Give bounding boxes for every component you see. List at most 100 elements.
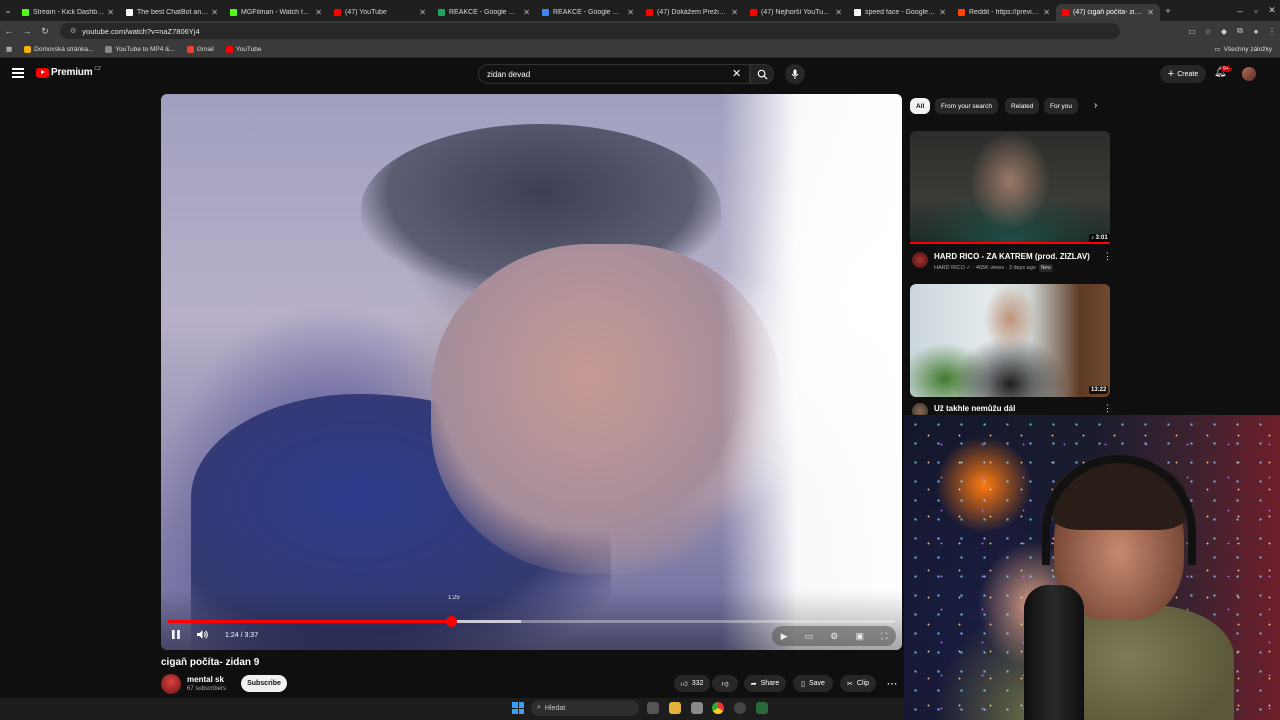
mute-button[interactable] — [196, 629, 209, 643]
extension-icon[interactable]: ◆ — [1216, 27, 1232, 36]
maximize-icon[interactable]: ▫ — [1248, 6, 1264, 16]
tab-close-icon[interactable]: ✕ — [523, 8, 530, 17]
autoplay-toggle-icon[interactable]: ▶︎ — [781, 631, 788, 642]
browser-tab[interactable]: Stream - Kick Dashboard ✕ — [16, 4, 120, 21]
tab-favicon-icon — [854, 9, 861, 16]
forward-icon[interactable]: → — [18, 26, 36, 36]
tab-close-icon[interactable]: ✕ — [939, 8, 946, 17]
file-explorer-icon[interactable] — [669, 702, 681, 714]
browser-tab[interactable]: Reddit - https://preview.r...✕ — [952, 4, 1056, 21]
store-icon[interactable] — [691, 702, 703, 714]
related-title-1[interactable]: HARD RICO - ZA KATREM (prod. ZIZLAV) — [934, 252, 1090, 261]
guide-menu-icon[interactable] — [12, 68, 24, 78]
install-icon[interactable]: ▭ — [1184, 27, 1200, 36]
browser-tab[interactable]: (47) Dokážem PrežiŤ 24 H...✕ — [640, 4, 744, 21]
video-player[interactable] — [161, 94, 902, 650]
tab-close-icon[interactable]: ✕ — [419, 8, 426, 17]
like-button[interactable]: 👍︎ 332 — [674, 675, 710, 692]
more-actions-icon[interactable]: ⋯ — [883, 675, 901, 692]
tab-close-icon[interactable]: ✕ — [315, 8, 322, 17]
chrome-icon[interactable] — [712, 702, 724, 714]
tab-search-icon[interactable]: ⌄ — [0, 5, 16, 16]
chevron-right-icon[interactable]: › — [1094, 100, 1097, 111]
chip-related[interactable]: Related — [1005, 98, 1040, 114]
channel-name[interactable]: mental sk — [187, 675, 224, 684]
taskbar-search-icon: ⌕ — [537, 704, 541, 711]
tab-close-icon[interactable]: ✕ — [211, 8, 218, 17]
theater-mode-icon[interactable]: ▣ — [855, 631, 864, 642]
url-field[interactable]: ⚙ youtube.com/watch?v=naZ7806Yj4 — [60, 23, 1120, 39]
save-button[interactable]: ▯ Save — [793, 675, 833, 692]
extensions-puzzle-icon[interactable]: ⧉ — [1232, 26, 1248, 36]
tab-close-icon[interactable]: ✕ — [1147, 8, 1154, 17]
plus-icon: + — [1167, 68, 1175, 80]
tab-close-icon[interactable]: ✕ — [107, 8, 114, 17]
browser-tab[interactable]: The best ChatBot and Wi...✕ — [120, 4, 224, 21]
related-thumbnail-1[interactable] — [910, 131, 1110, 244]
close-window-icon[interactable]: ✕ — [1264, 5, 1280, 16]
bookmark-favicon-icon — [105, 45, 113, 53]
create-button[interactable]: + Create — [1160, 65, 1206, 83]
related-channel-avatar-1[interactable] — [912, 252, 928, 268]
duration-text: 3:01 — [1095, 235, 1108, 241]
tab-favicon-icon — [958, 9, 965, 16]
all-bookmarks-folder[interactable]: ▭ Všechny záložky — [1214, 45, 1272, 54]
tab-close-icon[interactable]: ✕ — [731, 8, 738, 17]
new-tab-button[interactable]: + — [1160, 6, 1176, 16]
watched-progress-bar — [910, 242, 1110, 244]
settings-app-icon[interactable] — [734, 702, 746, 714]
browser-tab[interactable]: speed face - Google Sear...✕ — [848, 4, 952, 21]
windows-start-icon[interactable] — [512, 702, 524, 714]
reload-icon[interactable]: ↻ — [36, 26, 54, 37]
browser-tab[interactable]: REAKCE - Google Docs ✕ — [536, 4, 640, 21]
search-input[interactable]: zidan devad — [478, 64, 750, 84]
related-title-2[interactable]: Už takhle nemůžu dál — [934, 404, 1015, 413]
terminal-app-icon[interactable] — [756, 702, 768, 714]
browser-tab[interactable]: (47) YouTube ✕ — [328, 4, 432, 21]
bookmark-item[interactable]: YouTube — [225, 45, 261, 53]
subscribe-button[interactable]: Subscribe — [241, 675, 287, 692]
tab-title: speed face - Google Sear... — [865, 9, 936, 16]
kebab-menu-icon[interactable]: ⋮ — [1103, 251, 1112, 262]
tab-close-icon[interactable]: ✕ — [835, 8, 842, 17]
search-query-text: zidan devad — [487, 69, 531, 79]
clear-search-icon[interactable]: ✕ — [732, 67, 741, 80]
bookmark-star-icon[interactable]: ☆ — [1200, 27, 1216, 36]
dislike-button[interactable]: 👎︎ — [712, 675, 738, 692]
chip-all[interactable]: All — [910, 98, 931, 114]
youtube-premium-logo[interactable]: Premium CZ — [36, 66, 101, 78]
subtitles-icon[interactable]: ▭ — [805, 631, 814, 642]
browser-tab[interactable]: REAKCE - Google Drive ✕ — [432, 4, 536, 21]
tab-close-icon[interactable]: ✕ — [1043, 8, 1050, 17]
kebab-menu-icon[interactable]: ⋮ — [1103, 403, 1112, 414]
chip-from-your-search[interactable]: From your search — [935, 98, 998, 114]
tab-close-icon[interactable]: ✕ — [627, 8, 634, 17]
bookmark-item[interactable]: YouTube to MP4 &... — [105, 45, 175, 53]
clip-button[interactable]: ✂ Clip — [840, 675, 876, 692]
back-icon[interactable]: ← — [0, 26, 18, 36]
browser-tab[interactable]: MGFilman - Watch the V...✕ — [224, 4, 328, 21]
channel-avatar[interactable] — [161, 674, 181, 694]
bookmark-item[interactable]: Domovská stránka... — [24, 45, 93, 53]
account-avatar[interactable] — [1242, 67, 1256, 81]
scrubber-handle[interactable] — [446, 616, 458, 627]
task-view-icon[interactable] — [647, 702, 659, 714]
bookmark-item[interactable]: Gmail — [186, 45, 214, 53]
share-button[interactable]: ➦ Share — [744, 675, 786, 692]
pause-button[interactable] — [171, 629, 181, 643]
settings-gear-icon[interactable]: ⚙ — [830, 631, 838, 642]
related-thumbnail-2[interactable] — [910, 284, 1110, 397]
browser-tab[interactable]: (47) cigaň počíta- zida... ✕ — [1056, 4, 1160, 21]
tab-favicon-icon — [22, 9, 29, 16]
fullscreen-icon[interactable]: ⛶ — [881, 631, 887, 642]
chip-for-you[interactable]: For you — [1044, 98, 1079, 114]
minimize-icon[interactable]: – — [1232, 6, 1248, 16]
tab-title: REAKCE - Google Drive — [449, 9, 521, 16]
taskbar-search[interactable]: ⌕ Hledat — [531, 700, 639, 716]
browser-tab[interactable]: (47) Nejhorší YouTube Ka...✕ — [744, 4, 848, 21]
voice-search-button[interactable] — [785, 64, 805, 84]
search-button[interactable] — [750, 64, 774, 84]
browser-menu-icon[interactable]: ⋮ — [1264, 27, 1280, 36]
profile-icon[interactable]: ● — [1248, 27, 1264, 36]
site-info-icon[interactable]: ⚙ — [70, 27, 76, 35]
